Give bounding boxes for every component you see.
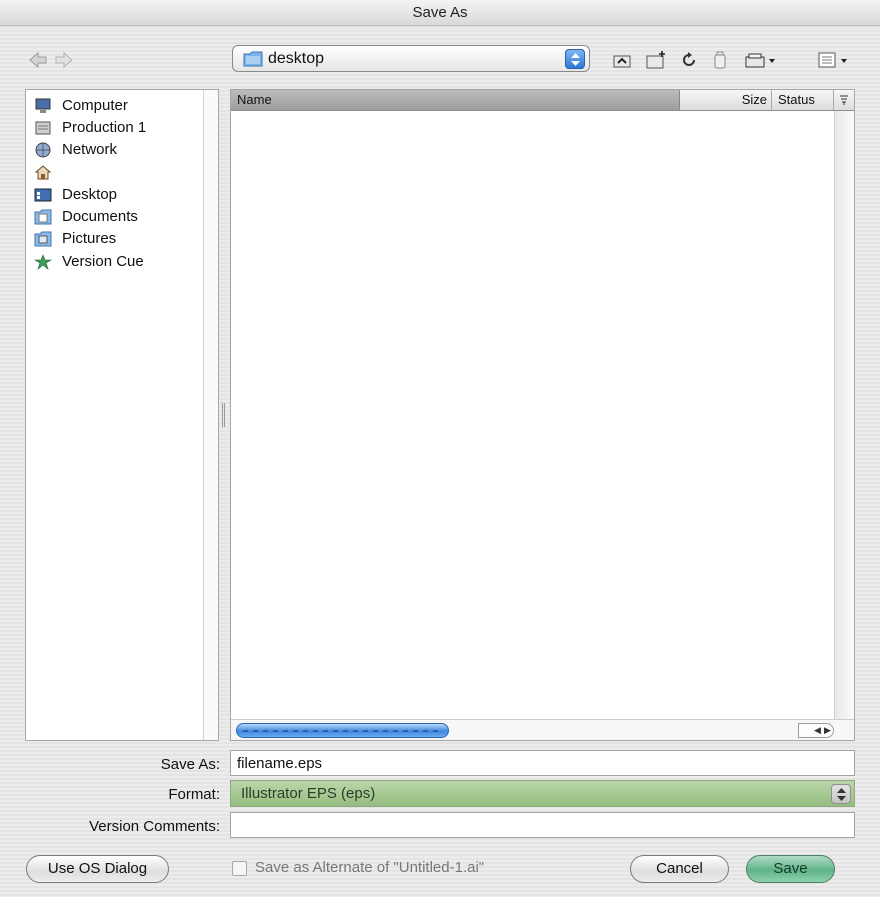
file-browser: Name Size Status ◀ ▶ [230, 89, 855, 741]
column-size[interactable]: Size [680, 90, 772, 110]
column-size-label: Size [741, 92, 767, 107]
column-name[interactable]: Name [231, 90, 680, 110]
drive-menu-icon[interactable] [744, 50, 778, 70]
sidebar-item-label: Desktop [62, 186, 118, 203]
sidebar-item-label: Documents [62, 208, 138, 225]
vertical-scrollbar[interactable] [834, 111, 854, 720]
column-header: Name Size Status [231, 90, 854, 111]
scroll-right-arrow-icon[interactable]: ▶ [824, 725, 831, 736]
version-comments-input[interactable] [231, 813, 854, 837]
location-popup[interactable]: desktop [232, 45, 590, 72]
home-icon [34, 164, 52, 180]
sidebar-item-label: Production 1 [62, 119, 147, 136]
save-as-alternate-label: Save as Alternate of "Untitled-1.ai" [255, 859, 485, 876]
format-value: Illustrator EPS (eps) [241, 785, 376, 802]
column-status-label: Status [778, 92, 815, 107]
format-stepper-icon [831, 784, 851, 804]
network-icon [34, 142, 52, 158]
save-as-alternate-checkbox[interactable] [232, 861, 247, 876]
sidebar-item-network[interactable]: Network [34, 139, 209, 161]
sidebar-item-version-cue[interactable]: Version Cue [33, 251, 209, 273]
sidebar-item-production-1[interactable]: Production 1 [34, 117, 209, 139]
documents-folder-icon [34, 209, 52, 225]
scroll-left-arrow-icon[interactable]: ◀ [814, 725, 821, 736]
horizontal-scrollbar[interactable]: ◀ ▶ [231, 719, 854, 740]
window-title: Save As [412, 4, 468, 21]
folder-icon [243, 51, 263, 67]
view-menu-icon[interactable] [817, 50, 851, 70]
save-as-label: Save As: [160, 756, 220, 773]
desktop-icon [34, 187, 52, 203]
sidebar-item-documents[interactable]: Documents [34, 206, 209, 228]
sidebar-item-label: Network [62, 141, 118, 158]
sidebar-resize-handle[interactable] [222, 403, 225, 427]
scroll-arrows[interactable]: ◀ ▶ [798, 723, 834, 738]
sidebar-item-label: Pictures [62, 230, 117, 247]
sidebar-item-label: Version Cue [62, 253, 144, 270]
sidebar-item-label: Computer [62, 97, 128, 114]
location-label: desktop [268, 50, 325, 67]
format-label: Format: [168, 786, 220, 803]
version-cue-icon [33, 254, 53, 270]
sidebar: Computer Production 1 Network Desktop Do… [25, 89, 219, 741]
popup-stepper-icon [565, 49, 585, 69]
back-arrow-icon[interactable] [28, 50, 48, 70]
hard-drive-icon [34, 120, 52, 136]
horizontal-scroll-thumb[interactable] [236, 723, 449, 738]
version-comments-field[interactable] [230, 812, 855, 838]
column-name-label: Name [237, 92, 272, 107]
trash-icon[interactable] [712, 50, 728, 70]
use-os-dialog-button[interactable]: Use OS Dialog [26, 855, 169, 883]
sidebar-item-pictures[interactable]: Pictures [34, 228, 209, 250]
computer-icon [34, 98, 52, 114]
sidebar-scrollbar[interactable] [203, 90, 218, 740]
version-comments-label: Version Comments: [89, 818, 220, 835]
pictures-folder-icon [34, 231, 52, 247]
save-button[interactable]: Save [746, 855, 835, 883]
cancel-button[interactable]: Cancel [630, 855, 729, 883]
filename-input[interactable] [231, 751, 854, 775]
sidebar-item-desktop[interactable]: Desktop [34, 184, 209, 206]
forward-arrow-icon[interactable] [54, 50, 74, 70]
up-folder-icon[interactable] [612, 50, 632, 70]
navigation-buttons [28, 50, 78, 70]
new-folder-icon[interactable] [645, 50, 667, 70]
sidebar-item-computer[interactable]: Computer [34, 95, 209, 117]
refresh-icon[interactable] [680, 50, 698, 70]
column-status[interactable]: Status [772, 90, 834, 110]
format-popup[interactable]: Illustrator EPS (eps) [230, 780, 855, 807]
filename-field[interactable] [230, 750, 855, 776]
sidebar-item-home[interactable] [34, 161, 209, 183]
title-bar: Save As [0, 0, 880, 26]
column-options-icon[interactable] [834, 90, 854, 110]
